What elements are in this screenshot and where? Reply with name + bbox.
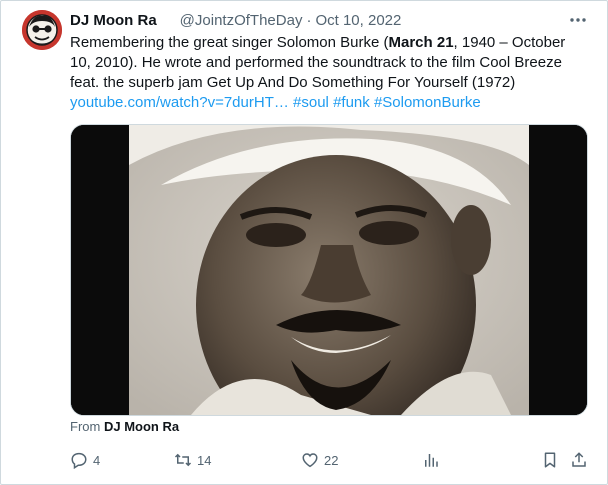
user-handle[interactable]: @JointzOfTheDay bbox=[180, 12, 303, 29]
tweet-actions: 4 14 22 bbox=[70, 450, 590, 472]
from-name[interactable]: DJ Moon Ra bbox=[104, 419, 179, 434]
like-button[interactable]: 22 bbox=[301, 450, 338, 470]
media-attribution: From DJ Moon Ra bbox=[70, 419, 179, 434]
tweet-text: Remembering the great singer Solomon Bur… bbox=[70, 33, 590, 113]
retweet-icon bbox=[174, 453, 192, 467]
retweet-button[interactable]: 14 bbox=[174, 450, 211, 470]
views-button[interactable] bbox=[422, 450, 440, 470]
share-icon bbox=[572, 452, 586, 467]
reply-icon bbox=[71, 452, 87, 469]
reply-count: 4 bbox=[93, 452, 101, 468]
tweet-card[interactable]: DJ Moon Ra @JointzOfTheDay · Oct 10, 202… bbox=[0, 0, 608, 485]
video-frame-image bbox=[71, 125, 587, 415]
tweet-text-bold: March 21 bbox=[388, 34, 454, 51]
youtube-link[interactable]: youtube.com/watch?v=7durHT… bbox=[70, 94, 289, 111]
tweet-date[interactable]: Oct 10, 2022 bbox=[315, 12, 401, 29]
tweet-header: DJ Moon Ra @JointzOfTheDay · Oct 10, 202… bbox=[70, 10, 401, 30]
retweet-count: 14 bbox=[197, 452, 212, 468]
like-count: 22 bbox=[324, 452, 339, 468]
hashtag-link[interactable]: #soul bbox=[293, 94, 329, 111]
analytics-icon bbox=[425, 454, 438, 467]
reply-button[interactable]: 4 bbox=[70, 450, 100, 470]
bookmark-button[interactable] bbox=[541, 450, 559, 470]
from-label: From bbox=[70, 419, 101, 434]
avatar[interactable] bbox=[22, 10, 62, 50]
heart-icon bbox=[302, 453, 318, 468]
display-name[interactable]: DJ Moon Ra bbox=[70, 12, 157, 29]
video-media[interactable] bbox=[70, 124, 588, 416]
separator-dot: · bbox=[306, 11, 312, 29]
more-options-button[interactable] bbox=[567, 11, 589, 29]
tweet-text-part: Remembering the great singer Solomon Bur… bbox=[70, 34, 389, 51]
bookmark-icon bbox=[544, 452, 556, 468]
hashtag-link[interactable]: #funk bbox=[333, 94, 370, 111]
more-horizontal-icon bbox=[570, 18, 586, 22]
hashtag-link[interactable]: #SolomonBurke bbox=[374, 94, 481, 111]
share-button[interactable] bbox=[570, 450, 588, 470]
avatar-image bbox=[22, 10, 62, 50]
